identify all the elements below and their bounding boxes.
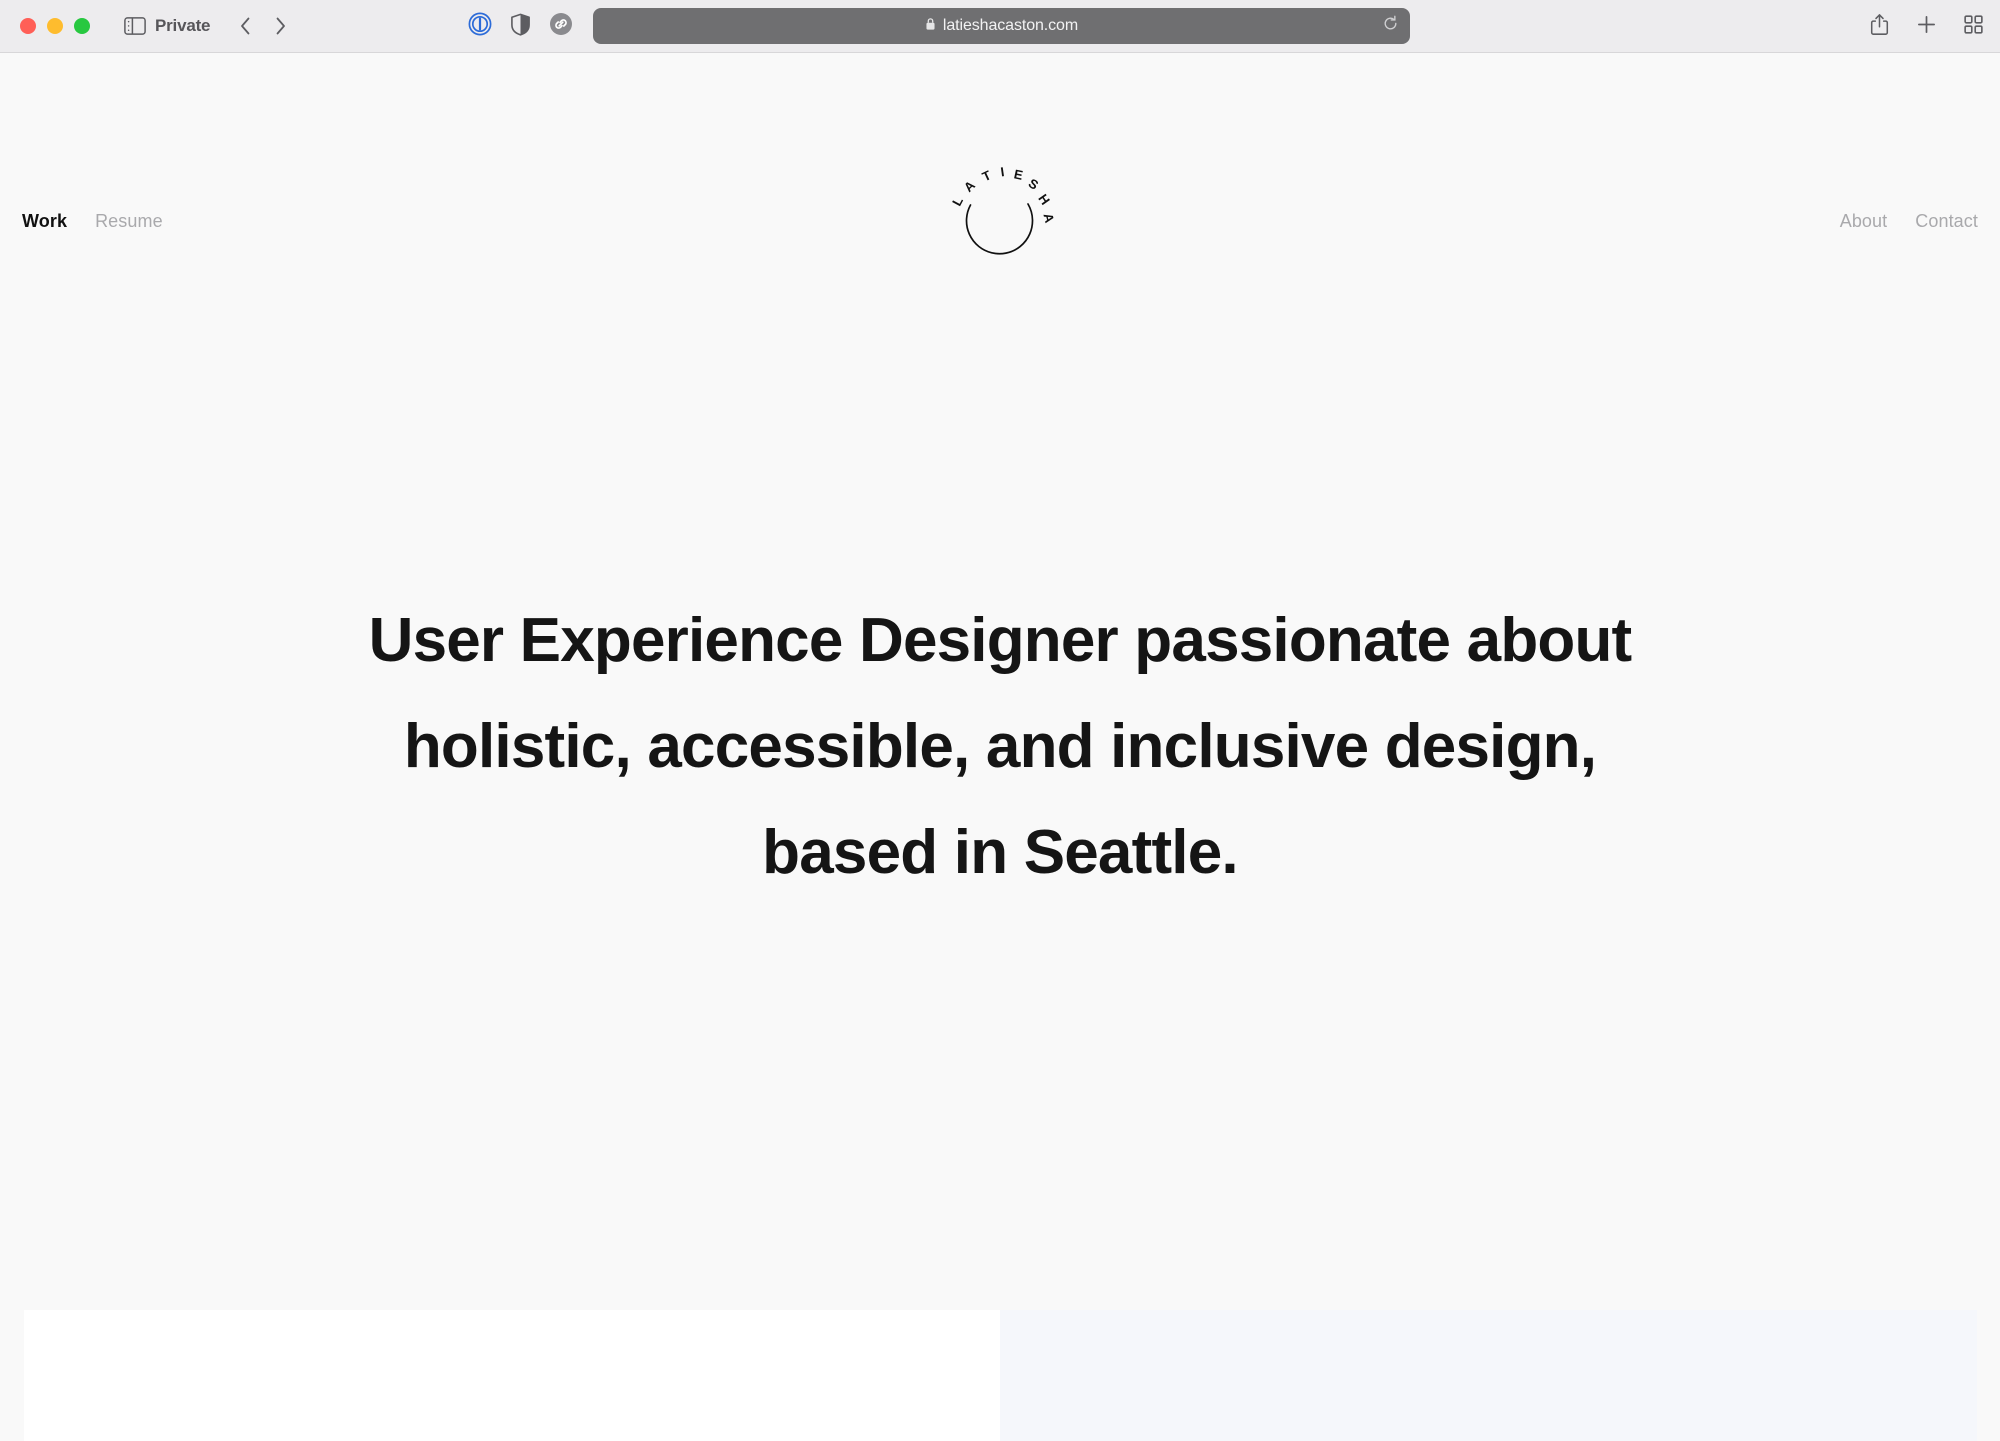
private-profile-label: Private: [155, 16, 211, 35]
logo-letter-l: L: [949, 194, 966, 208]
primary-nav-right: About Contact: [1840, 211, 1978, 232]
work-tile-right[interactable]: [1000, 1310, 1977, 1441]
chevron-left-icon[interactable]: [238, 15, 253, 37]
logo-letter-a1: A: [961, 177, 979, 195]
hero-line-1: User Experience Designer passionate abou…: [368, 606, 1633, 675]
logo-letter-i: I: [1000, 164, 1006, 179]
nav-link-contact[interactable]: Contact: [1915, 211, 1978, 232]
navigation-arrows: [238, 15, 288, 37]
maximize-window-button[interactable]: [74, 18, 90, 34]
hero-line-3: based in Seattle.: [762, 818, 1238, 887]
close-window-button[interactable]: [20, 18, 36, 34]
address-bar-content: latieshacaston.com: [925, 17, 1078, 36]
new-tab-icon[interactable]: [1916, 14, 1937, 40]
latiesha-circular-logo[interactable]: L A T I E S H A: [940, 163, 1060, 283]
minimize-window-button[interactable]: [47, 18, 63, 34]
sidebar-icon[interactable]: [124, 17, 146, 35]
work-tile-left[interactable]: [24, 1310, 1000, 1441]
logo-letter-a2: A: [1040, 212, 1057, 225]
lock-icon: [925, 17, 936, 36]
browser-toolbar: Private latieshacaston.com: [0, 0, 2000, 53]
chevron-right-icon[interactable]: [273, 15, 288, 37]
logo-letter-s: S: [1026, 175, 1042, 192]
work-tiles-strip: [0, 1310, 2000, 1441]
toolbar-extension-icons: [468, 0, 573, 53]
logo-letter-t: T: [980, 167, 994, 184]
logo-letter-e: E: [1013, 166, 1025, 183]
shield-icon[interactable]: [510, 13, 531, 41]
tab-overview-icon[interactable]: [1964, 14, 1983, 39]
primary-nav-left: Work Resume: [22, 211, 163, 232]
nav-link-work[interactable]: Work: [22, 211, 67, 232]
nav-link-resume[interactable]: Resume: [95, 211, 163, 232]
reload-icon[interactable]: [1382, 15, 1399, 37]
address-bar[interactable]: latieshacaston.com: [593, 8, 1410, 44]
window-controls: [20, 18, 90, 34]
page-content: Work Resume L A T I E S H A About Contac…: [0, 53, 2000, 1441]
link-extension-icon[interactable]: [549, 12, 573, 41]
site-header: Work Resume L A T I E S H A About Contac…: [0, 53, 2000, 303]
address-bar-url: latieshacaston.com: [942, 17, 1079, 34]
hero-line-2: holistic, accessible, and inclusive desi…: [403, 712, 1597, 781]
share-icon[interactable]: [1870, 13, 1889, 41]
logo-letter-h: H: [1035, 191, 1053, 207]
privacy-report-icon[interactable]: [468, 12, 492, 41]
nav-link-about[interactable]: About: [1840, 211, 1888, 232]
toolbar-right-icons: [1870, 0, 1983, 53]
hero-headline: User Experience Designer passionate abou…: [0, 588, 2000, 906]
sidebar-toggle-group[interactable]: Private: [124, 16, 211, 36]
